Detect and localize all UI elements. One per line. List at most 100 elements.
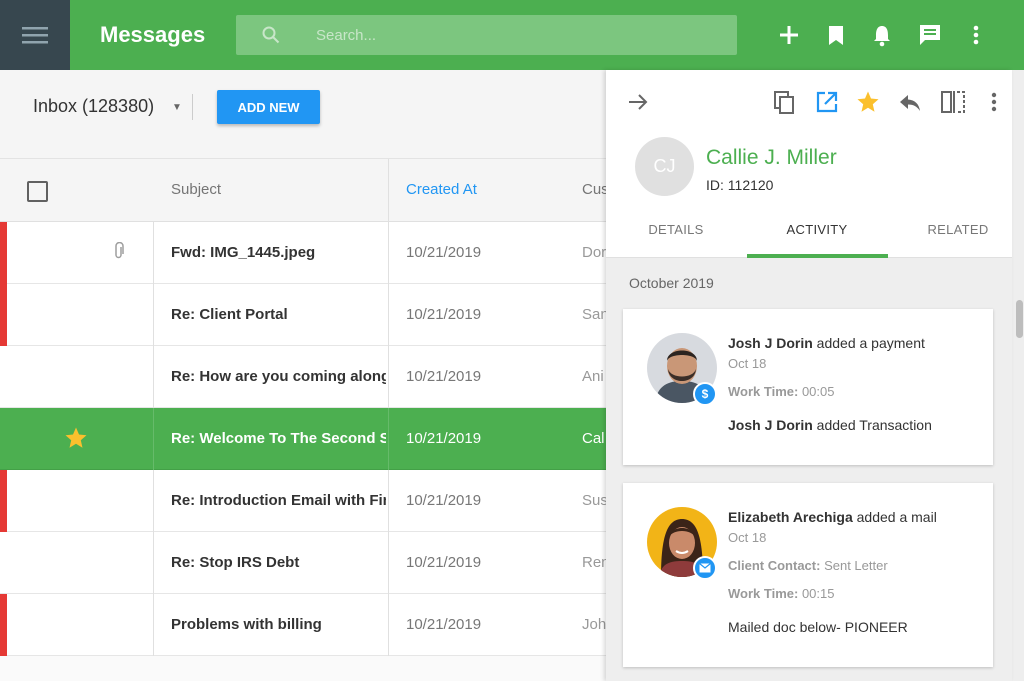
copy-icon[interactable]	[772, 90, 796, 114]
cell-divider	[153, 470, 154, 532]
star-icon[interactable]	[64, 426, 88, 450]
cell-divider	[388, 284, 389, 346]
split-view-icon[interactable]	[940, 90, 966, 114]
activity-action: added a payment	[812, 335, 925, 351]
plus-icon[interactable]	[779, 22, 799, 48]
cell-divider	[388, 346, 389, 408]
mail-icon	[693, 556, 717, 580]
column-header-created-at[interactable]: Created At	[406, 181, 477, 198]
cell-divider	[153, 408, 154, 470]
unread-flag	[0, 594, 7, 656]
message-customer: Joh	[582, 616, 606, 633]
activity-card[interactable]: $ Josh J Dorin added a payment Oct 18 Wo…	[623, 309, 993, 465]
open-external-icon[interactable]	[815, 90, 839, 114]
more-vert-icon[interactable]	[989, 90, 999, 114]
message-date: 10/21/2019	[406, 244, 482, 261]
unread-flag	[0, 222, 7, 284]
reply-icon[interactable]	[898, 90, 922, 114]
message-date: 10/21/2019	[406, 430, 482, 447]
cell-divider	[153, 346, 154, 408]
search-bar[interactable]	[236, 15, 737, 55]
activity-detail: Josh J Dorin added Transaction	[728, 417, 932, 433]
work-time-label: Work Time:	[728, 586, 799, 601]
menu-button[interactable]	[0, 0, 70, 70]
message-date: 10/21/2019	[406, 554, 482, 571]
message-subject[interactable]: Re: Client Portal	[171, 306, 386, 323]
cell-divider	[388, 594, 389, 656]
unread-flag	[0, 284, 7, 346]
contact-name[interactable]: Callie J. Miller	[706, 146, 837, 170]
message-customer: Ren	[582, 554, 606, 571]
message-customer: San	[582, 306, 606, 323]
activity-card[interactable]: Elizabeth Arechiga added a mail Oct 18 C…	[623, 483, 993, 667]
client-contact-value: Sent Letter	[820, 558, 888, 573]
contact-detail-panel: CJ Callie J. Miller ID: 112120 DETAILS A…	[606, 70, 1012, 681]
inbox-selector[interactable]: Inbox (128380)	[33, 96, 154, 117]
hamburger-menu-icon	[22, 27, 48, 44]
message-customer: Sus	[582, 492, 606, 509]
search-input[interactable]	[316, 15, 716, 55]
search-icon	[262, 26, 280, 44]
activity-actor[interactable]: Elizabeth Arechiga	[728, 509, 853, 525]
table-row[interactable]: Re: How are you coming along w 10/21/2019…	[0, 346, 606, 408]
message-customer: Dor	[582, 244, 606, 261]
activity-date: Oct 18	[728, 356, 767, 371]
column-header-subject[interactable]: Subject	[171, 181, 221, 198]
tab-activity[interactable]: ACTIVITY	[747, 222, 887, 237]
work-time-label: Work Time:	[728, 384, 799, 399]
table-row[interactable]: Re: Stop IRS Debt 10/21/2019 Ren	[0, 532, 606, 594]
message-subject[interactable]: Problems with billing	[171, 616, 386, 633]
message-date: 10/21/2019	[406, 306, 482, 323]
add-new-button[interactable]: ADD NEW	[217, 90, 320, 124]
unread-flag	[0, 470, 7, 532]
message-subject[interactable]: Re: Introduction Email with Fina	[171, 492, 386, 509]
table-row[interactable]: Problems with billing 10/21/2019 Joh	[0, 594, 606, 656]
bookmark-icon[interactable]	[827, 22, 845, 48]
activity-actor[interactable]: Josh J Dorin	[728, 335, 813, 351]
table-row[interactable]: Re: Introduction Email with Fina 10/21/20…	[0, 470, 606, 532]
activity-action: added a mail	[852, 509, 937, 525]
activity-month-header: October 2019	[629, 275, 714, 291]
activity-title: Elizabeth Arechiga added a mail	[728, 509, 937, 525]
chat-icon[interactable]	[919, 22, 941, 48]
message-date: 10/21/2019	[406, 492, 482, 509]
table-row[interactable]: Fwd: IMG_1445.jpeg 10/21/2019 Dor	[0, 222, 606, 284]
message-subject[interactable]: Re: Welcome To The Second St	[171, 430, 386, 447]
dollar-icon: $	[693, 382, 717, 406]
message-subject[interactable]: Re: Stop IRS Debt	[171, 554, 386, 571]
bell-icon[interactable]	[872, 22, 892, 48]
message-customer: Ani	[582, 368, 604, 385]
client-contact: Client Contact: Sent Letter	[728, 558, 888, 573]
cell-divider	[153, 532, 154, 594]
message-subject[interactable]: Fwd: IMG_1445.jpeg	[171, 244, 386, 261]
table-row[interactable]: Re: Welcome To The Second St 10/21/2019 Ca…	[0, 408, 606, 470]
client-contact-label: Client Contact:	[728, 558, 821, 573]
attachment-icon	[115, 242, 124, 259]
cell-divider	[388, 470, 389, 532]
table-header: Subject Created At Cus	[0, 158, 606, 223]
column-header-customer[interactable]: Cus	[582, 181, 606, 198]
more-vert-icon[interactable]	[970, 22, 982, 48]
panel-header: CJ Callie J. Miller ID: 112120 DETAILS A…	[606, 70, 1012, 258]
activity-title: Josh J Dorin added a payment	[728, 335, 925, 351]
contact-avatar: CJ	[635, 137, 694, 196]
tab-details[interactable]: DETAILS	[606, 222, 746, 237]
column-divider	[388, 159, 389, 223]
contact-id: ID: 112120	[706, 177, 774, 193]
activity-detail: Mailed doc below- PIONEER	[728, 619, 908, 635]
work-time: Work Time: 00:05	[728, 384, 834, 399]
top-app-bar: Messages	[0, 0, 1024, 70]
cell-divider	[153, 284, 154, 346]
arrow-right-icon[interactable]	[626, 90, 650, 114]
cell-divider	[388, 532, 389, 594]
table-row[interactable]: Re: Client Portal 10/21/2019 San	[0, 284, 606, 346]
tab-related[interactable]: RELATED	[888, 222, 1024, 237]
message-subject[interactable]: Re: How are you coming along w	[171, 368, 386, 385]
work-time-value: 00:05	[798, 384, 835, 399]
cell-divider	[388, 408, 389, 470]
select-all-checkbox[interactable]	[27, 181, 48, 202]
star-icon[interactable]	[856, 90, 880, 114]
panel-scrollbar[interactable]	[1016, 300, 1023, 338]
caret-down-icon[interactable]: ▼	[172, 102, 182, 113]
message-date: 10/21/2019	[406, 368, 482, 385]
